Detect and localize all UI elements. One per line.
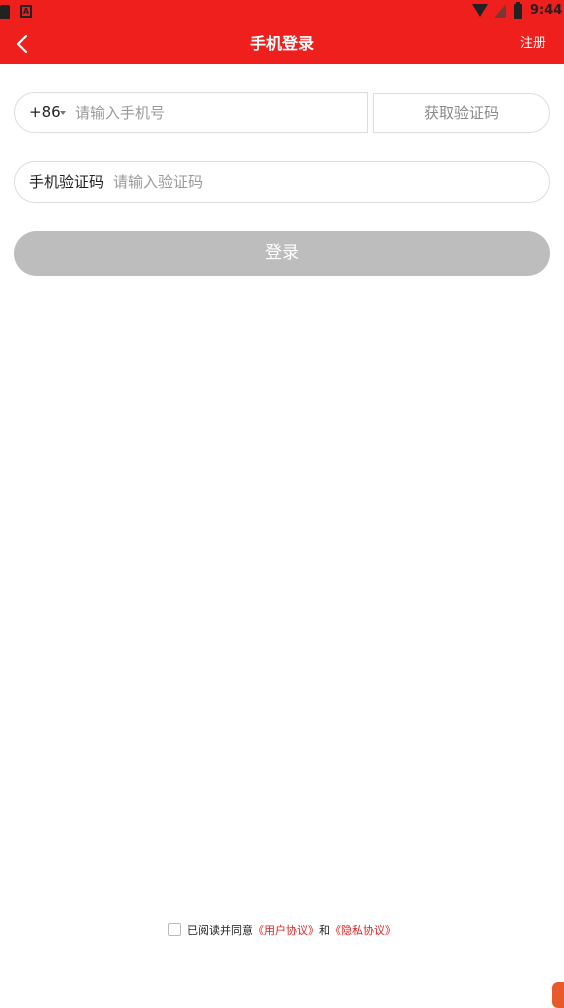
register-button[interactable]: 注册 (520, 24, 546, 64)
get-code-button[interactable]: 获取验证码 (373, 93, 550, 133)
phone-input[interactable] (75, 93, 355, 132)
back-button[interactable] (8, 28, 40, 60)
notification-icon (0, 5, 10, 19)
battery-icon (514, 2, 522, 19)
user-agreement-link[interactable]: 《用户协议》 (253, 924, 319, 937)
country-code-selector[interactable]: +86 (29, 93, 61, 132)
sms-code-field: 手机验证码 (14, 161, 550, 203)
agree-checkbox[interactable] (168, 923, 181, 936)
floating-app-icon[interactable] (552, 982, 564, 1008)
signal-icon (494, 4, 506, 18)
agreement-row: 已阅读并同意《用户协议》和《隐私协议》 (0, 922, 564, 940)
privacy-policy-link[interactable]: 《隐私协议》 (330, 924, 396, 937)
app-notification-icon: A (20, 5, 32, 18)
app-bar: 手机登录 注册 (0, 24, 564, 64)
agreement-and: 和 (319, 924, 330, 937)
sms-code-label: 手机验证码 (29, 173, 105, 191)
chevron-left-icon (16, 34, 28, 54)
status-time: 9:44 (530, 3, 563, 18)
agreement-prefix: 已阅读并同意 (187, 924, 253, 937)
wifi-icon (472, 4, 488, 17)
phone-number-field: +86 (14, 92, 368, 133)
caret-down-icon[interactable] (60, 111, 66, 115)
page-title: 手机登录 (249, 34, 314, 53)
login-button[interactable]: 登录 (14, 231, 550, 276)
status-bar: A 9:44 (0, 0, 564, 24)
sms-code-input[interactable] (113, 162, 533, 202)
